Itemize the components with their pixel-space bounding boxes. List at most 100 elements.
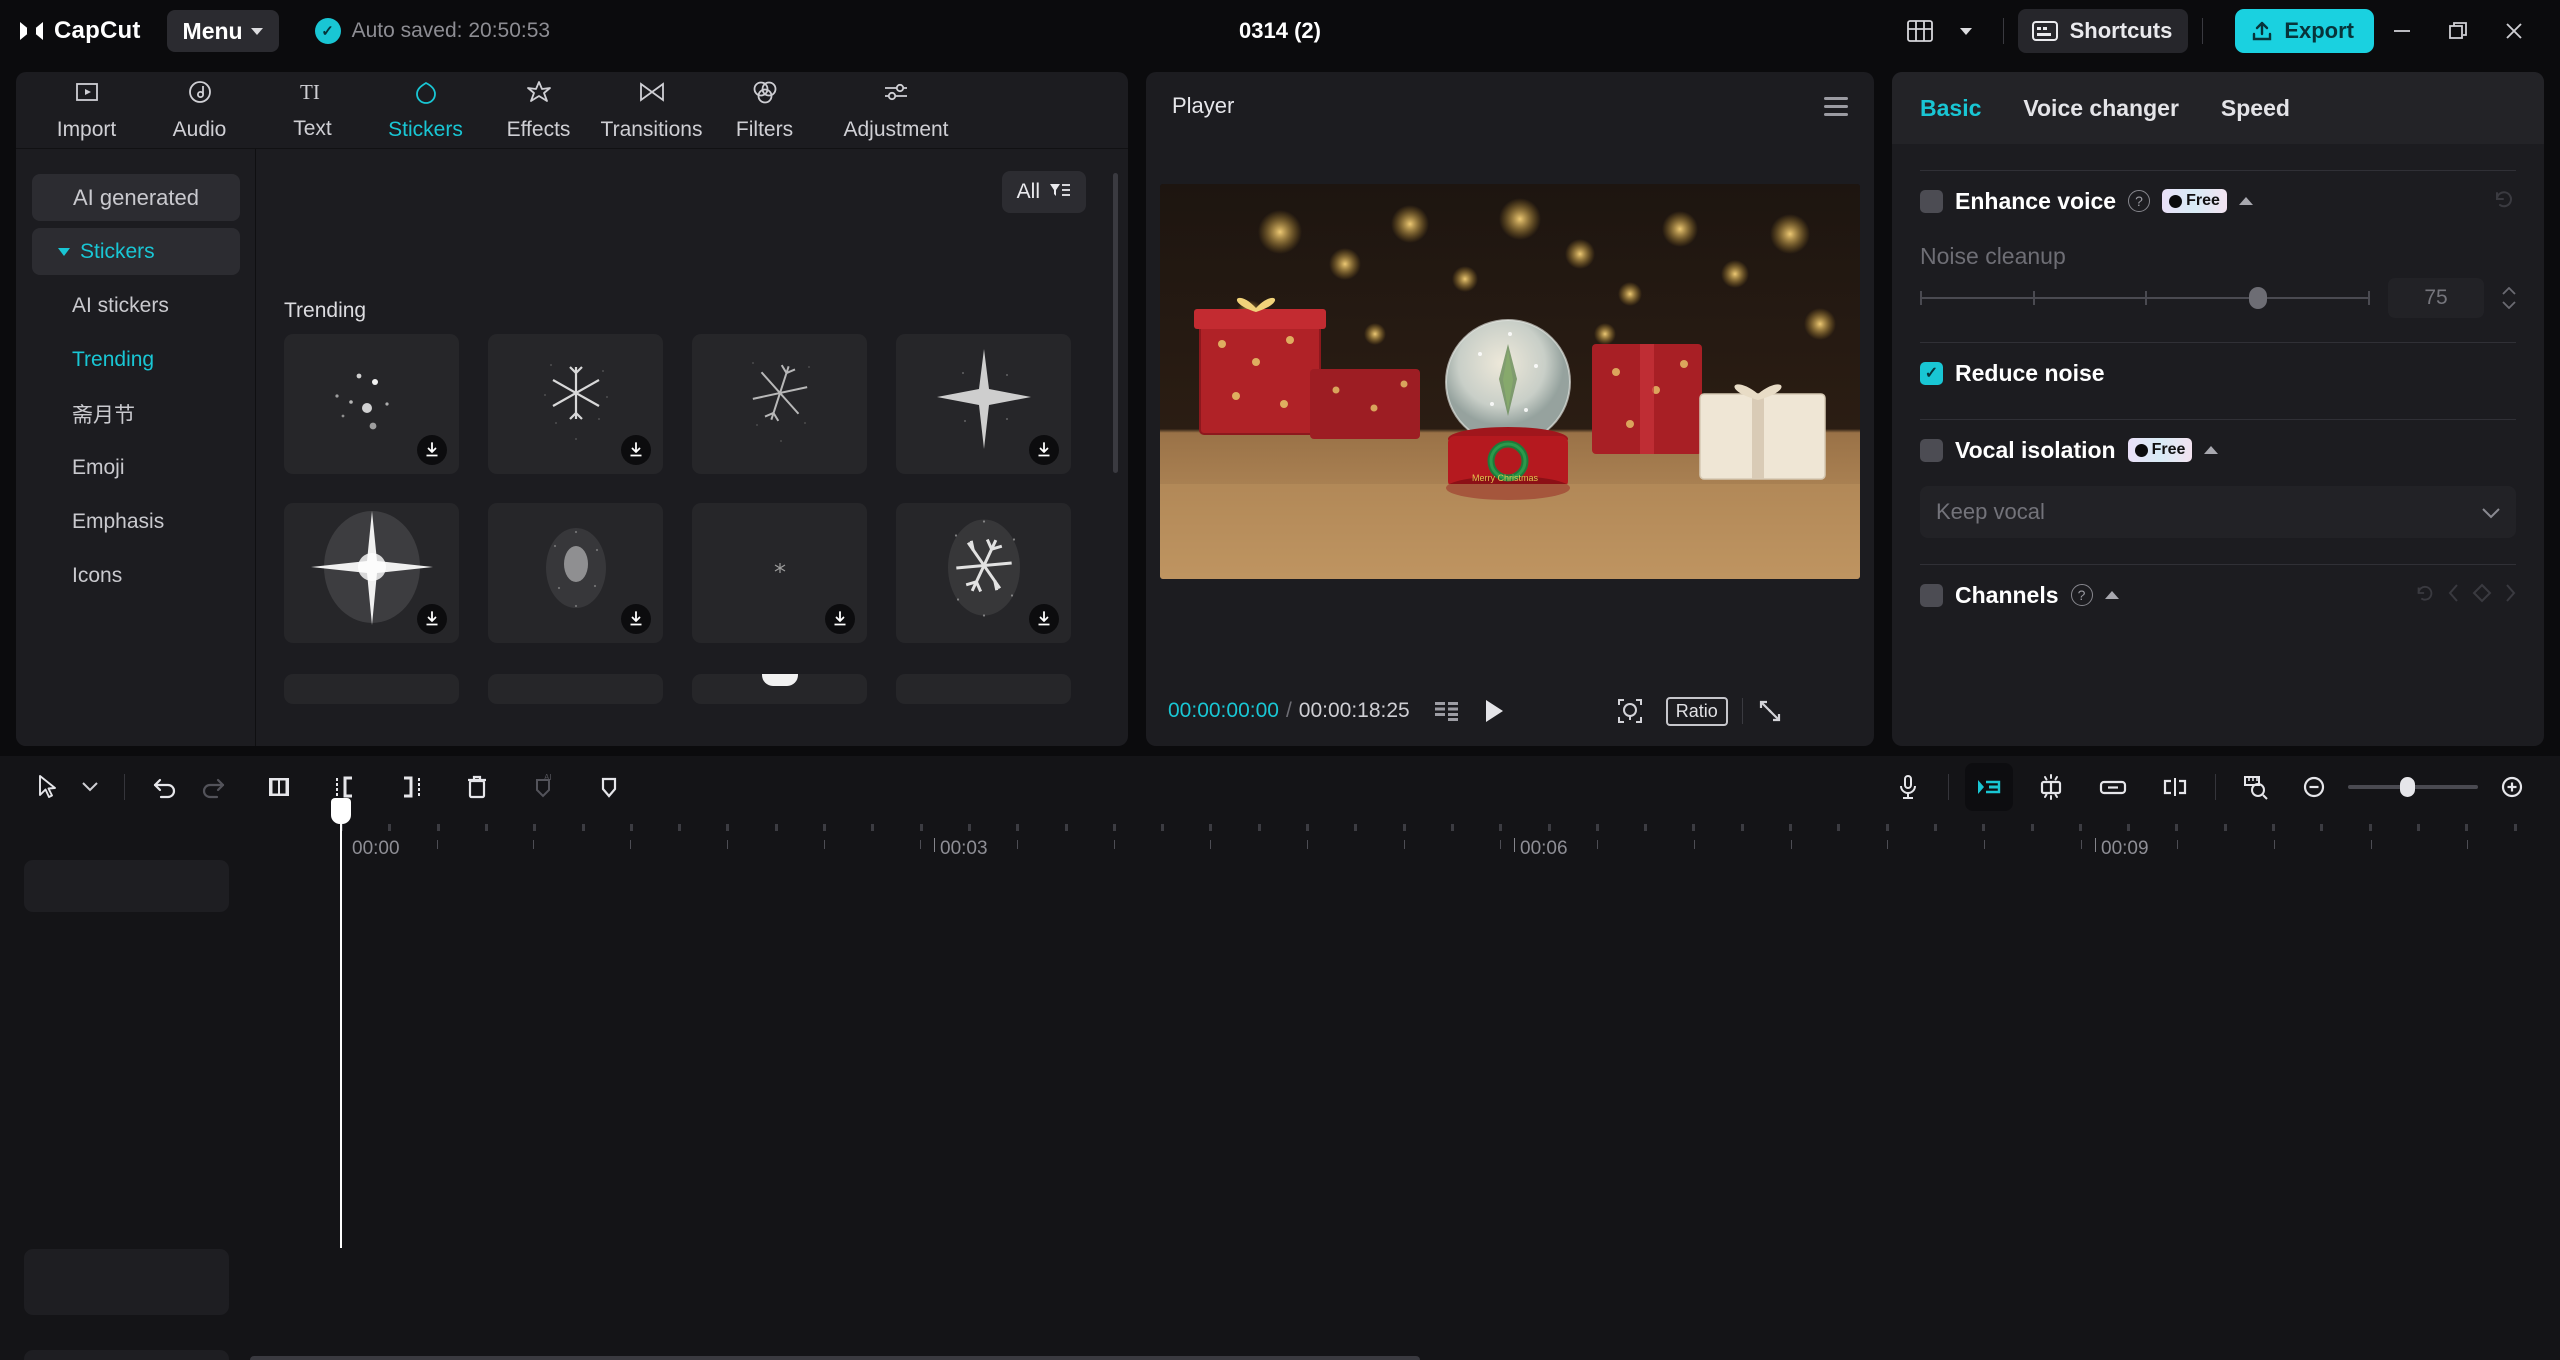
sticker-cell[interactable] <box>488 674 663 704</box>
video-preview[interactable]: Merry Christmas <box>1160 184 1860 579</box>
slider-knob[interactable] <box>2249 287 2267 309</box>
sticker-cell[interactable] <box>488 334 663 474</box>
sidebar-item-icons[interactable]: Icons <box>32 552 240 599</box>
chevron-up-icon[interactable] <box>2204 446 2218 454</box>
ruler-fit-icon[interactable] <box>2232 763 2280 811</box>
sidebar-item-emoji[interactable]: Emoji <box>32 444 240 491</box>
export-button[interactable]: Export <box>2235 9 2374 53</box>
reset-icon[interactable] <box>2492 187 2516 216</box>
chevron-down-icon[interactable] <box>72 763 108 811</box>
keyframe-prev-icon[interactable] <box>2448 584 2460 607</box>
noise-cleanup-slider[interactable] <box>1920 287 2370 309</box>
sticker-cell[interactable] <box>284 674 459 704</box>
tab-speed[interactable]: Speed <box>2221 95 2290 122</box>
zoom-slider[interactable] <box>2348 785 2478 789</box>
layout-icon[interactable] <box>1897 10 1943 52</box>
sticker-cell[interactable] <box>284 334 459 474</box>
split-icon[interactable] <box>255 763 303 811</box>
chevron-up-icon[interactable] <box>2239 197 2253 205</box>
link-icon[interactable] <box>2089 763 2137 811</box>
ratio-button[interactable]: Ratio <box>1666 697 1728 726</box>
sidebar-group-stickers[interactable]: Stickers <box>32 228 240 275</box>
tab-basic[interactable]: Basic <box>1920 95 1981 122</box>
keyframe-diamond-icon[interactable] <box>2472 583 2492 608</box>
minimize-icon[interactable] <box>2374 7 2430 55</box>
microphone-icon[interactable] <box>1884 763 1932 811</box>
sticker-cell[interactable] <box>896 334 1071 474</box>
download-icon[interactable] <box>621 604 651 634</box>
sidebar-item-ai-stickers[interactable]: AI stickers <box>32 282 240 329</box>
undo-icon[interactable] <box>141 763 189 811</box>
divider <box>124 774 125 800</box>
sidebar-item-ai-generated[interactable]: AI generated <box>32 174 240 221</box>
redo-icon[interactable] <box>189 763 237 811</box>
tab-effects[interactable]: Effects <box>482 73 595 147</box>
tab-voice-changer[interactable]: Voice changer <box>2023 95 2179 122</box>
chevron-up-icon[interactable] <box>2105 591 2119 599</box>
question-icon[interactable]: ? <box>2128 190 2150 212</box>
cursor-icon[interactable] <box>24 763 72 811</box>
trash-icon[interactable] <box>453 763 501 811</box>
sticker-cell[interactable] <box>692 674 867 704</box>
shortcuts-button[interactable]: Shortcuts <box>2018 9 2189 53</box>
frames-icon[interactable] <box>1434 700 1460 722</box>
download-icon[interactable] <box>825 604 855 634</box>
current-time[interactable]: 00:00:00:00 <box>1168 699 1279 723</box>
vocal-isolation-checkbox[interactable] <box>1920 439 1943 462</box>
sticker-cell[interactable] <box>692 503 867 643</box>
tab-text[interactable]: TI Text <box>256 73 369 147</box>
zoom-in-icon[interactable] <box>2488 763 2536 811</box>
download-icon[interactable] <box>1029 604 1059 634</box>
tab-filters[interactable]: Filters <box>708 73 821 147</box>
split-view-icon[interactable] <box>2151 763 2199 811</box>
sidebar-item-ramadan[interactable]: 斋月节 <box>32 390 240 437</box>
marker-icon[interactable] <box>585 763 633 811</box>
timeline-horizontal-scrollbar[interactable] <box>250 1356 1420 1360</box>
zoom-slider-knob[interactable] <box>2400 777 2415 797</box>
download-icon[interactable] <box>621 435 651 465</box>
stepper-icon[interactable] <box>2502 287 2516 309</box>
playhead[interactable] <box>340 818 342 1248</box>
download-icon[interactable] <box>1029 435 1059 465</box>
auto-adjust-icon[interactable] <box>2027 763 2075 811</box>
tab-adjustment[interactable]: Adjustment <box>821 73 971 147</box>
question-icon[interactable]: ? <box>2071 584 2093 606</box>
close-icon[interactable] <box>2486 7 2542 55</box>
sticker-cell[interactable] <box>488 503 663 643</box>
playhead-handle[interactable] <box>331 798 351 824</box>
magnifier-icon[interactable] <box>1616 697 1644 725</box>
keyframe-next-icon[interactable] <box>2504 584 2516 607</box>
sticker-cell[interactable] <box>692 334 867 474</box>
sidebar-item-emphasis[interactable]: Emphasis <box>32 498 240 545</box>
download-icon[interactable] <box>417 435 447 465</box>
sticker-cell[interactable] <box>896 503 1071 643</box>
hamburger-icon[interactable] <box>1824 97 1848 116</box>
layout-chevron-down-icon[interactable] <box>1943 10 1989 52</box>
timeline-ruler[interactable]: 00:00 00:03 00:06 00:09 <box>0 818 2560 860</box>
tab-import[interactable]: Import <box>30 73 143 147</box>
magnet-snap-icon[interactable] <box>1965 763 2013 811</box>
sticker-cell[interactable] <box>896 674 1071 704</box>
sticker-cell[interactable] <box>284 503 459 643</box>
trim-right-icon[interactable] <box>387 763 435 811</box>
channels-checkbox[interactable] <box>1920 584 1943 607</box>
fullscreen-icon[interactable] <box>1757 698 1783 724</box>
reset-icon[interactable] <box>2414 582 2436 609</box>
noise-cleanup-value[interactable]: 75 <box>2388 278 2484 318</box>
reduce-noise-checkbox[interactable]: ✓ <box>1920 362 1943 385</box>
keep-vocal-select[interactable]: Keep vocal <box>1920 486 2516 538</box>
ai-marker-icon[interactable]: AI <box>519 763 567 811</box>
enhance-voice-checkbox[interactable] <box>1920 190 1943 213</box>
tab-audio[interactable]: Audio <box>143 73 256 147</box>
play-icon[interactable] <box>1482 698 1506 724</box>
sidebar-item-trending[interactable]: Trending <box>32 336 240 383</box>
menu-button[interactable]: Menu <box>167 10 279 52</box>
download-icon[interactable] <box>417 604 447 634</box>
library-scrollbar[interactable] <box>1113 173 1118 473</box>
restore-icon[interactable] <box>2430 7 2486 55</box>
tab-transitions[interactable]: Transitions <box>595 73 708 147</box>
filter-button[interactable]: All <box>1002 171 1086 213</box>
svg-text:TI: TI <box>300 80 320 104</box>
zoom-out-icon[interactable] <box>2290 763 2338 811</box>
tab-stickers[interactable]: Stickers <box>369 73 482 147</box>
